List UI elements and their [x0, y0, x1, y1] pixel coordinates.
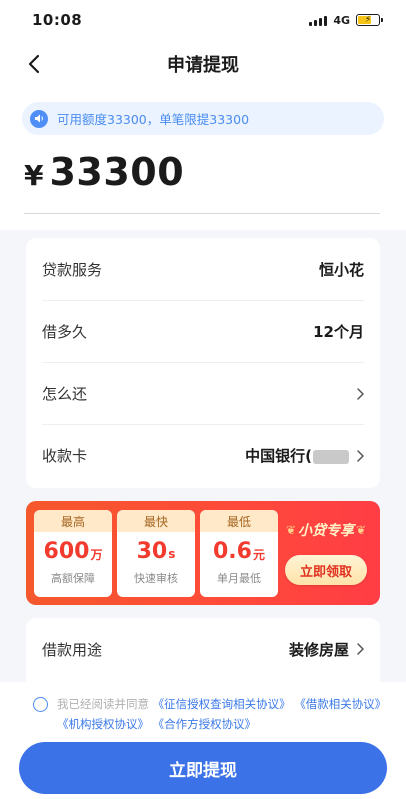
chevron-right-icon: [357, 387, 364, 400]
institution-agreement-link[interactable]: 《机构授权协议》: [57, 717, 149, 731]
masked-card-number: [313, 449, 349, 464]
network-type: 4G: [333, 13, 350, 27]
row-label: 贷款服务: [42, 260, 103, 279]
speaker-icon: [30, 109, 48, 128]
row-value: 恒小花: [318, 260, 364, 279]
row-label: 借多久: [42, 323, 88, 341]
row-loan-service[interactable]: 贷款服务 恒小花: [42, 238, 364, 300]
notice-text: 可用额度33300，单笔限提33300: [57, 112, 250, 127]
tile-sub: 单月最低: [217, 572, 261, 585]
row-receiving-card[interactable]: 收款卡 中国银行(: [42, 424, 364, 486]
row-value: 12个月: [313, 323, 364, 341]
laurel-right-icon: ❦: [356, 523, 367, 537]
claim-now-button[interactable]: 立即领取: [285, 555, 367, 585]
withdraw-now-button[interactable]: 立即提现: [19, 742, 387, 794]
status-indicators: 4G ⚡: [309, 13, 383, 27]
status-time: 10:08: [32, 11, 83, 29]
tile-unit: 元: [252, 547, 265, 562]
battery-icon: ⚡: [356, 14, 383, 26]
status-bar: 10:08 4G ⚡: [0, 0, 406, 40]
signal-icon: [309, 15, 328, 26]
promo-title: 小贷专享: [298, 523, 354, 539]
nav-bar: 申请提现: [0, 44, 406, 84]
row-repayment[interactable]: 怎么还: [42, 362, 364, 424]
currency-symbol: ¥: [24, 159, 44, 192]
back-button[interactable]: [22, 52, 46, 76]
chevron-right-icon: [357, 643, 364, 655]
row-loan-purpose[interactable]: 借款用途 装修房屋: [42, 618, 364, 680]
page-title: 申请提现: [167, 55, 239, 76]
tile-head: 最低: [200, 510, 278, 532]
tile-value: 600: [43, 538, 90, 564]
tile-value: 0.6: [213, 538, 252, 564]
bank-name: 中国银行(: [245, 447, 312, 465]
loan-agreement-link[interactable]: 《借款相关协议》: [294, 697, 386, 711]
quota-notice: 可用额度33300，单笔限提33300: [22, 102, 384, 135]
row-label: 怎么还: [42, 385, 88, 403]
agreement-prefix: 我已经阅读并同意: [57, 697, 149, 711]
partner-agreement-link[interactable]: 《合作方授权协议》: [153, 717, 257, 731]
promo-tile-max-amount: 最高 600 万 高额保障: [34, 510, 112, 597]
laurel-left-icon: ❦: [285, 523, 296, 537]
amount-display[interactable]: ¥ 33300: [24, 150, 184, 210]
row-label: 借款用途: [42, 640, 103, 659]
chevron-left-icon: [28, 54, 40, 74]
tile-unit: 万: [90, 547, 103, 562]
tile-sub: 高额保障: [51, 572, 95, 585]
credit-query-agreement-link[interactable]: 《征信授权查询相关协议》: [153, 697, 291, 711]
row-value: 装修房屋: [288, 640, 349, 659]
tile-head: 最快: [117, 510, 195, 532]
promo-tile-lowest: 最低 0.6 元 单月最低: [200, 510, 278, 597]
agreement-text: 我已经阅读并同意 《征信授权查询相关协议》 《借款相关协议》 《机构授权协议》 …: [57, 694, 387, 734]
loan-purpose-card: 借款用途 装修房屋: [26, 618, 380, 682]
tile-value: 30: [136, 538, 168, 564]
amount-underline: [24, 213, 380, 214]
loan-info-card: 贷款服务 恒小花 借多久 12个月 怎么还 收款卡 中国银行(: [26, 238, 380, 488]
promo-side: ❦ 小贷专享 ❦ 立即领取: [280, 515, 372, 595]
tile-head: 最高: [34, 510, 112, 532]
tile-unit: s: [168, 547, 176, 561]
tile-sub: 快速审核: [134, 572, 178, 585]
promo-tile-fastest: 最快 30 s 快速审核: [117, 510, 195, 597]
row-label: 收款卡: [42, 447, 88, 465]
amount-value: 33300: [49, 150, 185, 194]
promo-banner[interactable]: 最高 600 万 高额保障 最快 30 s 快速审核 最低 0.6 元 单月最低…: [26, 501, 380, 605]
chevron-right-icon: [357, 449, 364, 462]
agree-checkbox[interactable]: [33, 697, 48, 712]
row-loan-term[interactable]: 借多久 12个月: [42, 300, 364, 362]
